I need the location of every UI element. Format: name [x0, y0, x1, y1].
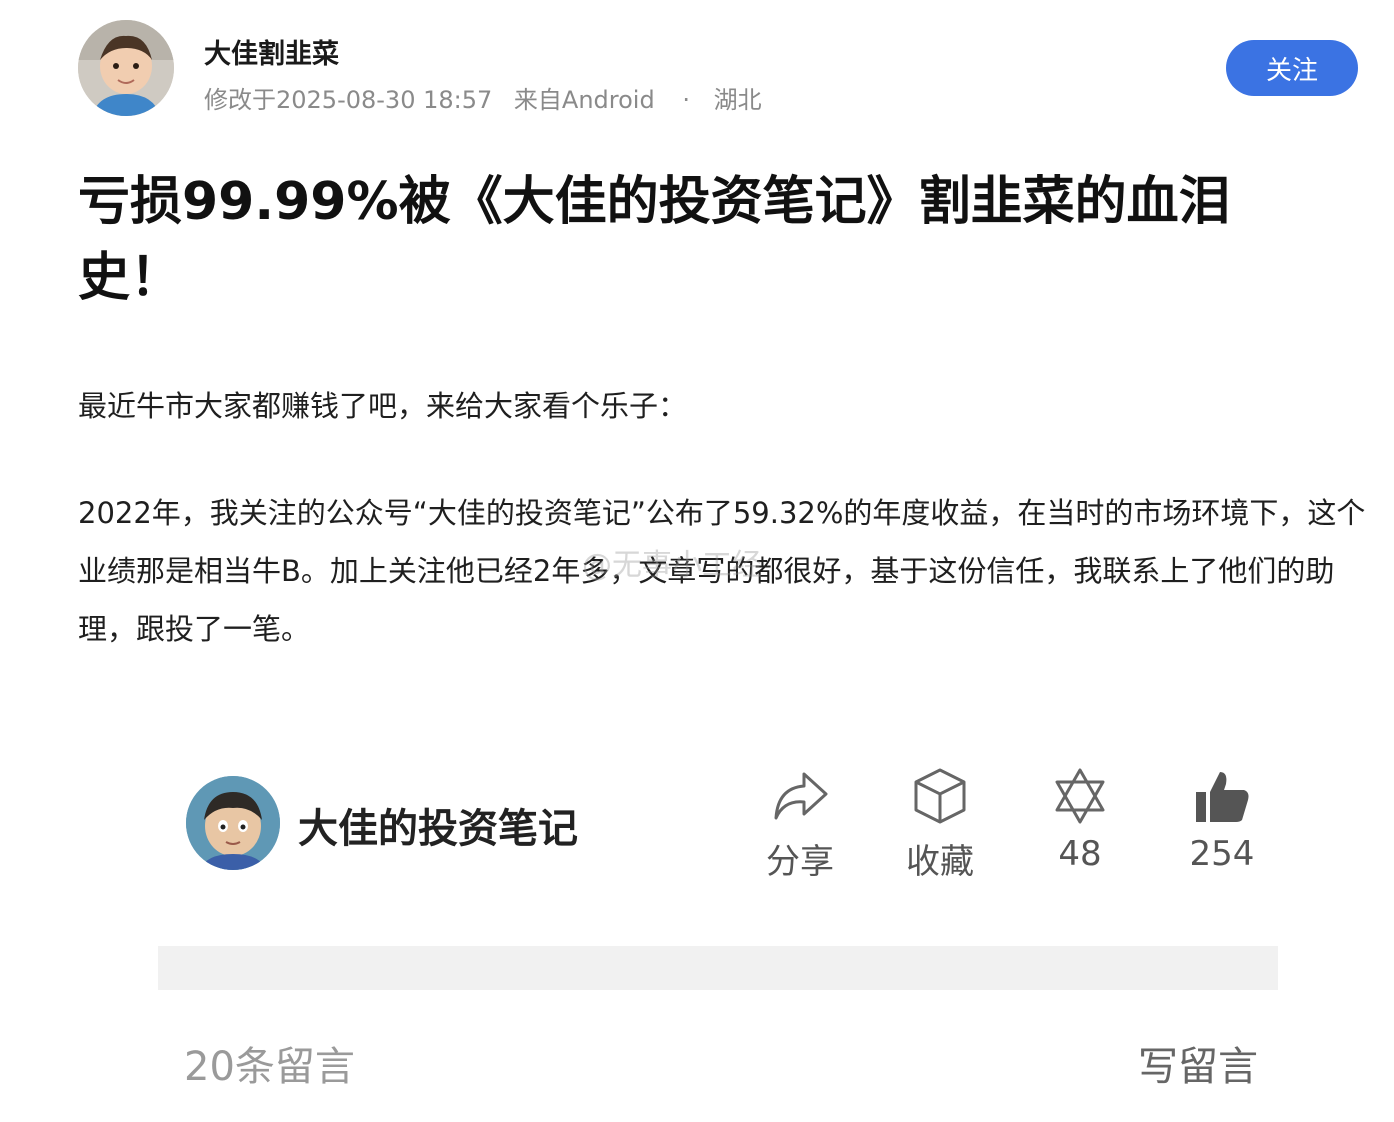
star-of-david-icon	[1055, 768, 1105, 824]
wow-count: 48	[1058, 834, 1102, 874]
author-name[interactable]: 大佳割韭菜	[204, 32, 339, 71]
account-name: 大佳的投资笔记	[298, 806, 578, 852]
box-icon	[914, 768, 966, 824]
share-label: 分享	[766, 842, 834, 882]
post-meta: 修改于2025-08-30 18:57 来自Android · 湖北	[204, 80, 776, 115]
comments-count: 20条留言	[184, 1044, 355, 1090]
modified-time: 修改于2025-08-30 18:57	[204, 86, 493, 114]
post-paragraph: 最近牛市大家都赚钱了吧，来给大家看个乐子：	[78, 389, 688, 423]
thumbs-up-icon	[1196, 772, 1249, 822]
favorite-action: 收藏	[890, 766, 990, 883]
like-action: 254	[1172, 766, 1272, 874]
wow-action: 48	[1030, 766, 1130, 874]
follow-button[interactable]: 关注	[1226, 40, 1358, 96]
post-source: 来自Android	[513, 86, 655, 114]
post-paragraph: 2022年，我关注的公众号“大佳的投资笔记”公布了59.32%的年度收益，在当时…	[78, 496, 1366, 646]
write-comment-button: 写留言	[1138, 1044, 1258, 1090]
divider	[158, 946, 1278, 990]
account-avatar	[186, 776, 280, 870]
meta-separator: ·	[682, 86, 690, 114]
post-location: 湖北	[713, 86, 762, 114]
favorite-label: 收藏	[906, 842, 974, 882]
embedded-image[interactable]: 大佳的投资笔记 分享 收藏 48 254 20条留言 写留言	[158, 720, 1278, 1100]
share-action: 分享	[750, 766, 850, 883]
like-count: 254	[1189, 834, 1255, 874]
share-icon	[774, 772, 828, 820]
author-avatar[interactable]	[78, 20, 174, 116]
post-title: 亏损99.99%被《大佳的投资笔记》割韭菜的血泪史！	[78, 172, 1231, 308]
